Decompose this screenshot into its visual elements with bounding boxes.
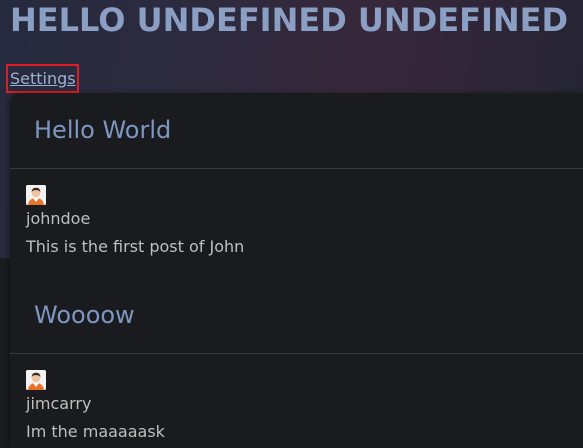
- post-title[interactable]: Hello World: [34, 115, 171, 145]
- page-title: HELLO UNDEFINED UNDEFINED: [10, 1, 569, 39]
- post-title[interactable]: Woooow: [34, 300, 135, 330]
- post-list: Hello World johndoe This is the first po…: [10, 93, 583, 448]
- user-avatar-icon[interactable]: [26, 185, 46, 205]
- post-body: Im the maaaaask: [26, 422, 165, 441]
- post-divider: [10, 168, 583, 169]
- post-author[interactable]: jimcarry: [26, 394, 91, 414]
- post-divider: [10, 353, 583, 354]
- settings-link[interactable]: Settings: [6, 64, 79, 93]
- post-body: This is the first post of John: [26, 237, 245, 256]
- user-avatar-icon[interactable]: [26, 370, 46, 390]
- post-author[interactable]: johndoe: [26, 209, 90, 229]
